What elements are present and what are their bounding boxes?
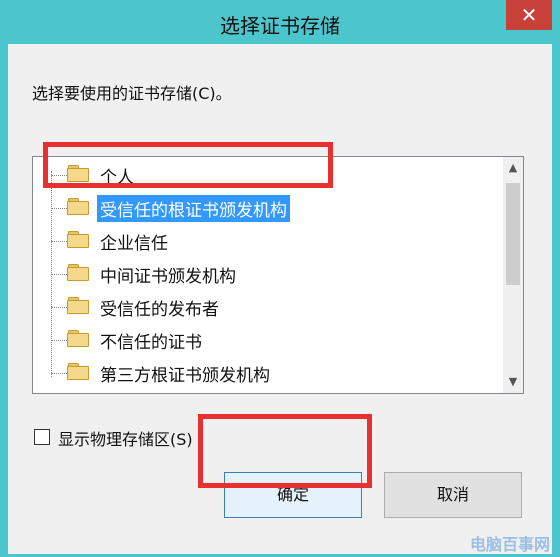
- tree-item-label: 企业信任: [100, 234, 168, 254]
- folder-icon: [67, 297, 89, 314]
- tree-item-untrusted[interactable]: 不信任的证书: [51, 324, 511, 354]
- vertical-scrollbar[interactable]: ▲ ▼: [503, 157, 523, 393]
- tree-item-third-party-root[interactable]: 第三方根证书颁发机构: [51, 357, 511, 387]
- tree-connector: [51, 274, 67, 275]
- cancel-button[interactable]: 取消: [384, 472, 522, 518]
- scroll-up-icon[interactable]: ▲: [503, 159, 523, 177]
- tree-item-trusted-publishers[interactable]: 受信任的发布者: [51, 291, 511, 321]
- show-physical-label[interactable]: 显示物理存储区(S): [58, 426, 193, 450]
- tree-connector: [51, 208, 67, 209]
- tree-connector: [51, 373, 67, 374]
- show-physical-checkbox[interactable]: [34, 429, 50, 445]
- folder-icon: [67, 231, 89, 248]
- tree-connector: [51, 241, 67, 242]
- tree-item-enterprise-trust[interactable]: 企业信任: [51, 225, 511, 255]
- tree-connector: [51, 307, 67, 308]
- cert-store-tree[interactable]: 个人 受信任的根证书颁发机构 企业信任 中间证书颁发机构 受信任的发布者 不信任…: [32, 156, 524, 394]
- folder-icon: [67, 330, 89, 347]
- folder-icon: [67, 363, 89, 380]
- title-bar: 选择证书存储 ✕: [0, 0, 560, 44]
- tree-item-label: 中间证书颁发机构: [100, 267, 236, 287]
- annotation-highlight-box: [43, 142, 333, 188]
- watermark-logo: 电脑百事网: [469, 535, 550, 554]
- tree-item-label: 不信任的证书: [100, 333, 202, 353]
- annotation-highlight-box: [198, 414, 372, 488]
- window-title: 选择证书存储: [220, 14, 340, 38]
- close-button[interactable]: ✕: [506, 0, 552, 30]
- scroll-thumb[interactable]: [506, 183, 520, 285]
- folder-icon: [67, 198, 89, 215]
- tree-item-label: 第三方根证书颁发机构: [100, 366, 270, 386]
- prompt-label: 选择要使用的证书存储(C)。: [32, 84, 232, 103]
- tree-item-intermediate[interactable]: 中间证书颁发机构: [51, 258, 511, 288]
- folder-icon: [67, 264, 89, 281]
- tree-item-trusted-root[interactable]: 受信任的根证书颁发机构: [51, 192, 511, 222]
- tree-item-label: 受信任的发布者: [100, 300, 219, 320]
- tree-item-label: 受信任的根证书颁发机构: [97, 195, 290, 222]
- tree-connector: [51, 340, 67, 341]
- scroll-down-icon[interactable]: ▼: [503, 373, 523, 391]
